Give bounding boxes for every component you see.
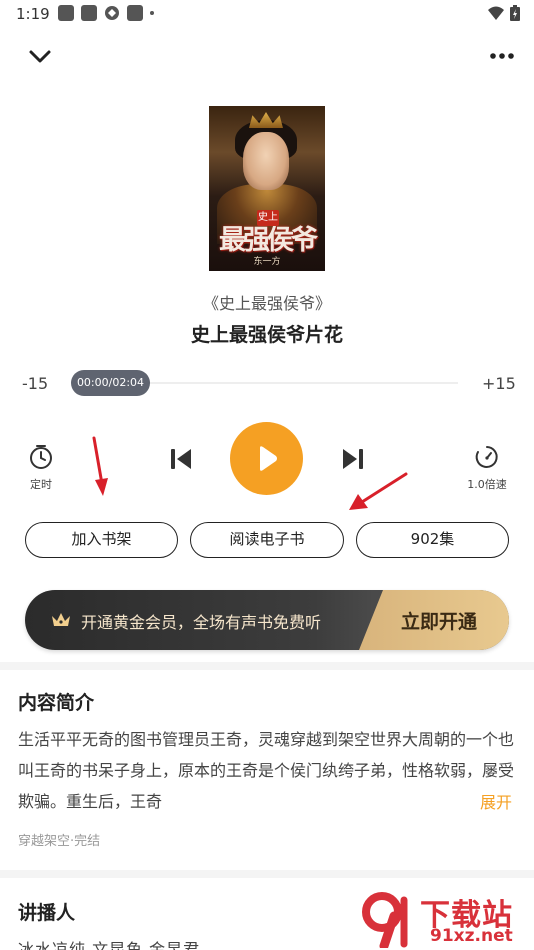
cover-badge: 史上 [257,210,279,226]
episode-title: 史上最强侯爷片花 [190,324,343,346]
book-name[interactable]: 《史上最强侯爷》 [0,290,534,314]
progress-thumb[interactable]: 00:00/02:04 [71,370,150,396]
speed-icon [475,446,498,468]
watermark: 下载站 91xz.net [360,886,534,950]
section-divider [0,870,534,878]
section-divider [0,662,534,670]
annotation-arrow-icon [349,472,408,510]
timer-label: 定时 [30,478,52,491]
annotation-arrow-icon [92,436,108,496]
episodes-button[interactable]: 902集 [356,522,509,558]
crown-icon [52,613,70,626]
cover-art-face [243,132,289,190]
next-icon[interactable] [340,446,366,472]
notification-icon [81,5,97,21]
watermark-logo-icon [362,892,408,948]
vip-promo-text: 开通黄金会员，全场有声书免费听 [81,613,322,632]
watermark-domain: 91xz.net [430,926,513,946]
add-to-shelf-button[interactable]: 加入书架 [25,522,178,558]
status-time: 1:19 [16,5,50,23]
more-notifications-icon [150,11,154,15]
wifi-icon [488,6,504,20]
speed-label: 1.0倍速 [467,478,507,491]
timer-icon [30,445,52,469]
intro-title: 内容简介 [18,692,95,714]
status-bar: 1:19 [0,0,534,28]
chevron-down-icon[interactable] [26,44,54,68]
vip-banner[interactable]: 开通黄金会员，全场有声书免费听 立即开通 [25,590,509,650]
vip-open-button[interactable]: 立即开通 [401,607,477,634]
narrator-title: 讲播人 [18,902,76,924]
read-ebook-button[interactable]: 阅读电子书 [190,522,344,558]
play-button[interactable] [230,422,303,495]
cover-art-crown [249,112,283,128]
top-nav [0,40,534,72]
narrator-names: 冰水凉纯 文昆鱼 金昱君 [18,940,201,950]
expand-link[interactable]: 展开 [480,789,512,813]
play-icon [260,446,277,471]
book-cover[interactable]: 最强侯爷 史上 东一方 [209,106,325,271]
notification-icons [58,5,154,21]
seek-forward-button[interactable]: +15 [482,374,516,393]
notification-icon [58,5,74,21]
system-icons [488,5,520,21]
intro-body: 生活平平无奇的图书管理员王奇，灵魂穿越到架空世界大周朝的一个也叫王奇的书呆子身上… [18,730,515,811]
seek-back-button[interactable]: -15 [22,374,48,393]
notification-icon [127,5,143,21]
previous-icon[interactable] [168,446,194,472]
book-tags: 穿越架空·完结 [18,834,101,849]
speed-button[interactable]: 1.0倍速 [464,444,510,492]
more-icon[interactable] [488,44,516,68]
cover-author: 东一方 [253,257,281,267]
timer-button[interactable]: 定时 [22,444,60,492]
sync-icon [105,6,119,20]
battery-icon [510,5,520,21]
